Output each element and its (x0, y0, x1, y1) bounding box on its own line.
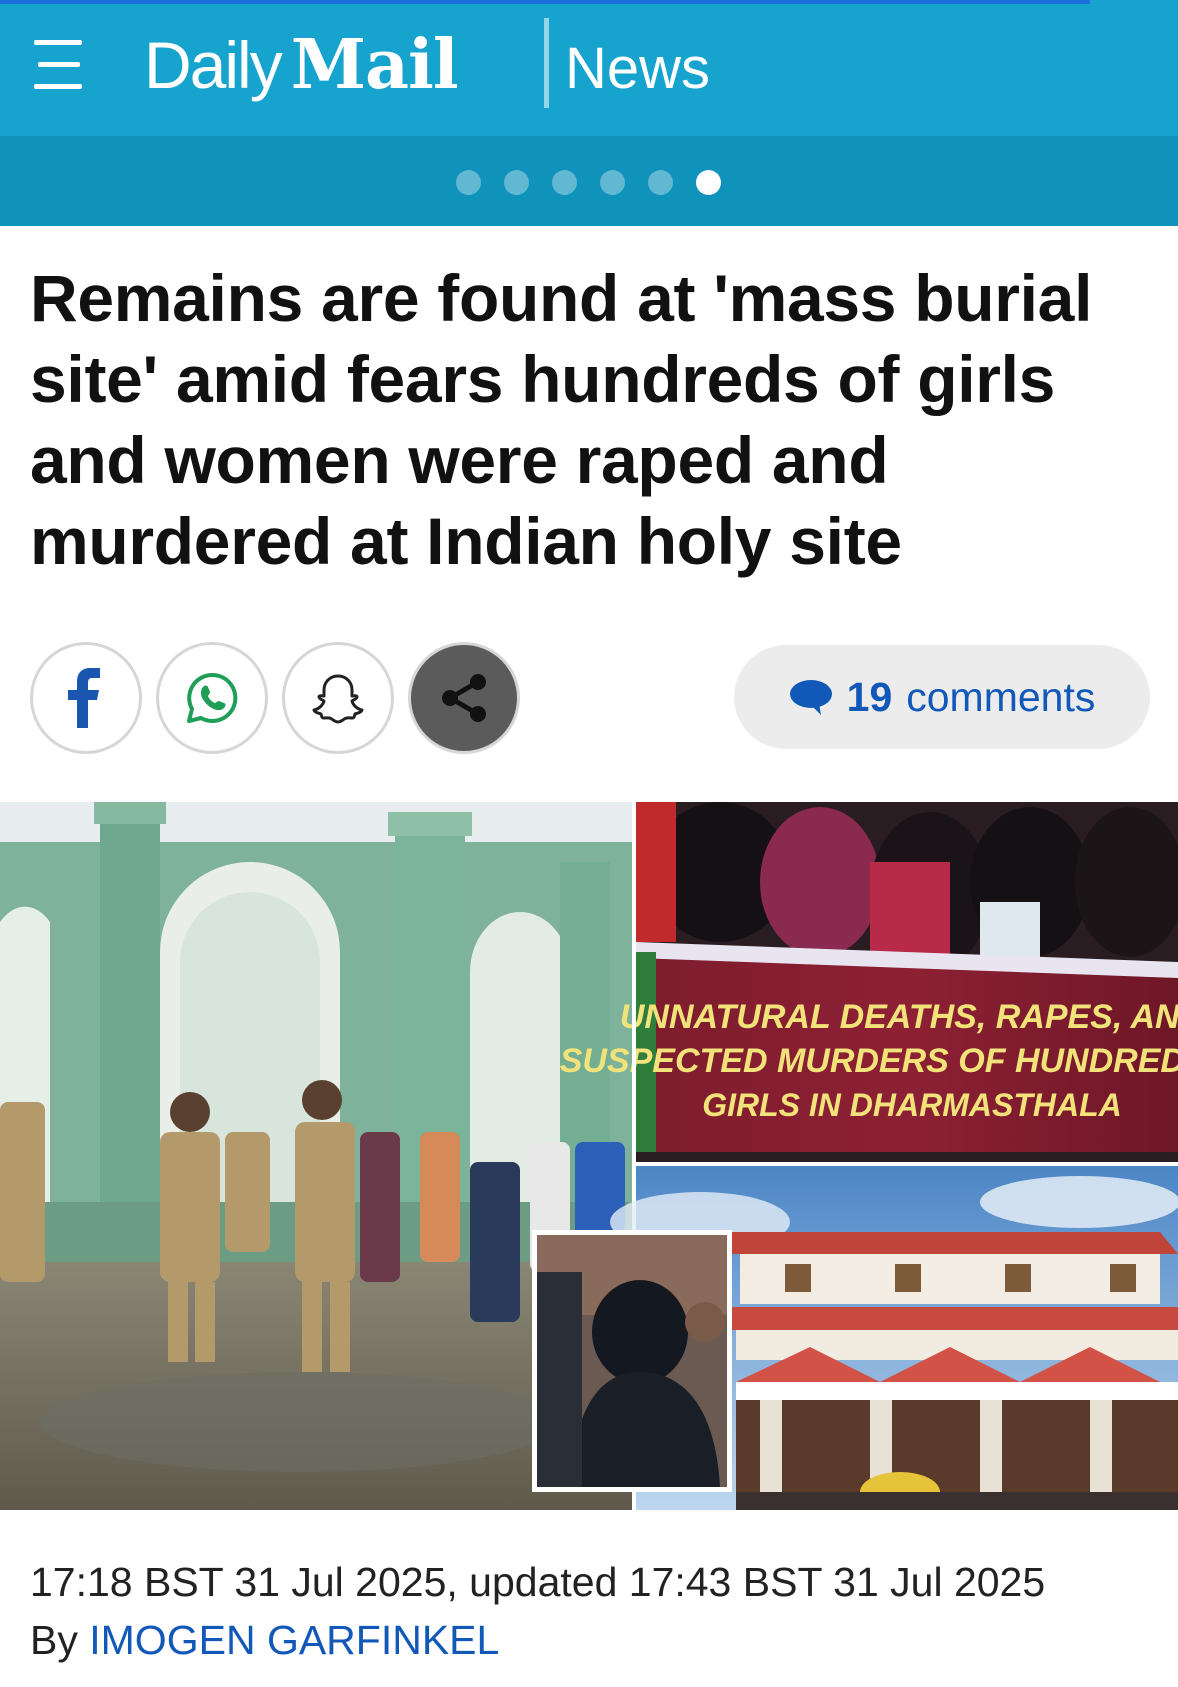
whatsapp-icon (187, 672, 238, 723)
article-hero-image[interactable]: UNNATURAL DEATHS, RAPES, AND SUSPECTED M… (0, 802, 1178, 1510)
hero-image-collage: UNNATURAL DEATHS, RAPES, AND SUSPECTED M… (0, 802, 1178, 1510)
banner-text-line1: UNNATURAL DEATHS, RAPES, AND (620, 998, 1178, 1036)
comments-count: 19 (846, 673, 893, 720)
whatsapp-share-button[interactable] (156, 642, 268, 754)
article-headline: Remains are found at 'mass burial site' … (30, 261, 1093, 578)
daily-mail-logo[interactable]: Daily Mail (144, 22, 459, 108)
section-label-news[interactable]: News (565, 34, 710, 104)
facebook-icon (68, 668, 100, 728)
reading-progress-bar (0, 0, 1090, 4)
carousel-dot[interactable] (504, 170, 529, 195)
logo-daily-text: Daily (144, 28, 283, 102)
header-divider (544, 18, 549, 108)
article-dateline: 17:18 BST 31 Jul 2025, updated 17:43 BST… (30, 1559, 1046, 1605)
carousel-dot[interactable] (552, 170, 577, 195)
byline-prefix: By (30, 1617, 78, 1663)
carousel-bar (0, 136, 1178, 226)
carousel-dot[interactable] (648, 170, 673, 195)
banner-text-line3: GIRLS IN DHARMASTHALA (702, 1087, 1122, 1123)
carousel-dot[interactable] (600, 170, 625, 195)
carousel-dots (456, 170, 721, 195)
snapchat-icon (312, 674, 364, 724)
share-icon (442, 674, 486, 722)
speech-bubble-icon (789, 680, 832, 715)
author-link[interactable]: IMOGEN GARFINKEL (89, 1617, 499, 1663)
comments-button[interactable]: 19 comments (734, 645, 1150, 749)
snapchat-share-button[interactable] (282, 642, 394, 754)
banner-text-line2: SUSPECTED MURDERS OF HUNDREDS OF (560, 1042, 1178, 1080)
article-byline: By IMOGEN GARFINKEL (30, 1614, 499, 1666)
carousel-dot[interactable] (456, 170, 481, 195)
site-header: Daily Mail News (0, 0, 1178, 136)
more-share-button[interactable] (408, 642, 520, 754)
comments-label: comments (906, 673, 1096, 720)
logo-mail-text: Mail (290, 25, 459, 105)
carousel-dot-active[interactable] (696, 170, 721, 195)
hamburger-menu-icon[interactable] (34, 40, 86, 96)
protest-photo: UNNATURAL DEATHS, RAPES, AND SUSPECTED M… (560, 802, 1178, 1162)
inset-photo (532, 1230, 732, 1492)
facebook-share-button[interactable] (30, 642, 142, 754)
